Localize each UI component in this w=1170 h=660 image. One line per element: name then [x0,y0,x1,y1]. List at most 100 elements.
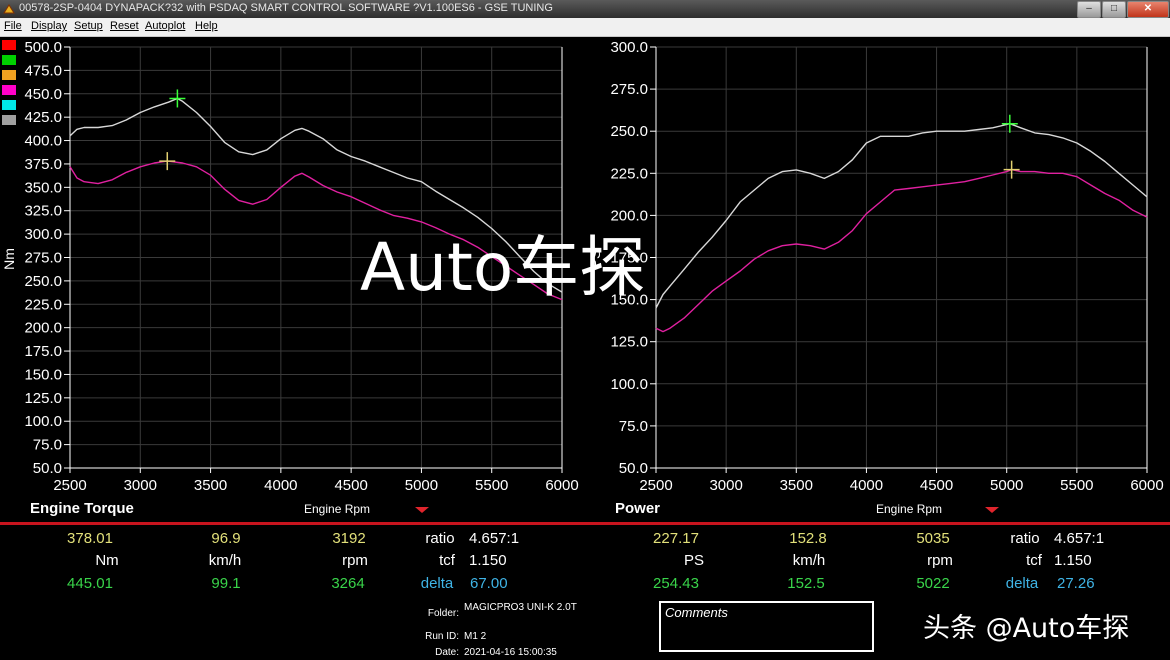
torque-speed-unit: km/h [208,552,242,569]
torque-tcf-value: 1.150 [469,552,507,569]
torque-ratio-value: 4.657:1 [469,530,520,547]
torque-ytick-label-10: 300.0 [24,226,62,243]
folder-value: MAGICPRO3 UNI-K 2.0T [464,602,577,613]
power-xtick-label-7: 6000 [1130,477,1163,494]
power-xtick-label-4: 4500 [920,477,953,494]
torque-speed-1: 96.9 [211,530,241,547]
menu-bar: File Display Setup Reset Autoplot Help [0,18,1170,37]
legend-swatch-1 [2,55,16,65]
legend-swatch-0 [2,40,16,50]
date-label: Date: [435,647,459,658]
app-icon [3,4,15,14]
legend-swatch-4 [2,100,16,110]
power-value-1: 227.17 [653,530,699,547]
menu-setup[interactable]: Setup [74,20,103,32]
power-speed-2: 152.5 [787,575,825,592]
torque-ytick-label-1: 75.0 [33,437,62,454]
close-button[interactable]: ✕ [1127,1,1169,18]
torque-chart-title: Engine Torque [30,500,134,517]
torque-delta-label: delta [420,575,454,592]
divider-line [0,522,1170,525]
power-rpm-unit: rpm [927,552,953,569]
torque-xaxis-dropdown-icon[interactable] [415,507,429,513]
power-xtick-label-5: 5000 [990,477,1023,494]
menu-display[interactable]: Display [31,20,67,32]
power-ytick-label-1: 75.0 [619,418,648,435]
power-delta-value: 27.26 [1057,575,1095,592]
menu-file[interactable]: File [4,20,22,32]
torque-ytick-label-15: 425.0 [24,109,62,126]
comments-field[interactable]: Comments [659,601,874,652]
power-ratio-label: ratio [1010,530,1040,547]
folder-label: Folder: [427,608,459,619]
torque-ytick-label-11: 325.0 [24,203,62,220]
window-titlebar[interactable]: 00578-2SP-0404 DYNAPACK?32 with PSDAQ SM… [0,0,1170,18]
torque-ytick-label-13: 375.0 [24,156,62,173]
torque-ytick-label-14: 400.0 [24,133,62,150]
power-unit: PS [683,552,705,569]
power-xaxis-dropdown-icon[interactable] [985,507,999,513]
torque-rpm-1: 3192 [332,530,366,547]
torque-rpm-unit: rpm [342,552,368,569]
power-ytick-label-8: 250.0 [610,123,648,140]
power-xtick-label-3: 4000 [850,477,883,494]
window-title: 00578-2SP-0404 DYNAPACK?32 with PSDAQ SM… [19,2,553,14]
torque-xaxis-label: Engine Rpm [304,502,371,516]
minimize-button[interactable]: – [1077,1,1101,18]
power-ytick-label-2: 100.0 [610,376,648,393]
maximize-button[interactable]: □ [1102,1,1126,18]
power-ytick-label-10: 300.0 [610,39,648,56]
menu-autoplot[interactable]: Autoplot [145,20,185,32]
power-xtick-label-1: 3000 [709,477,742,494]
power-chart-title: Power [615,500,661,517]
legend-swatch-5 [2,115,16,125]
power-xtick-label-0: 2500 [639,477,672,494]
watermark-text: Auto车探 [360,229,646,306]
logo-watermark: 头条 @Auto车探 [923,613,1130,644]
torque-ytick-label-12: 350.0 [24,179,62,196]
torque-xtick-label-6: 5500 [475,477,508,494]
torque-ytick-label-6: 200.0 [24,320,62,337]
torque-value-1: 378.01 [67,530,113,547]
torque-xtick-label-0: 2500 [53,477,86,494]
torque-xtick-label-2: 3500 [194,477,227,494]
torque-ytick-label-9: 275.0 [24,250,62,267]
torque-ytick-label-2: 100.0 [24,413,62,430]
torque-rpm-2: 3264 [331,575,365,592]
power-delta-label: delta [1005,575,1039,592]
torque-ytick-label-16: 450.0 [24,86,62,103]
torque-xtick-label-3: 4000 [264,477,297,494]
torque-ytick-label-18: 500.0 [24,39,62,56]
power-tcf-label: tcf [1026,552,1042,569]
torque-y-axis-label: Nm [1,248,17,270]
menu-reset[interactable]: Reset [110,20,139,32]
comments-label: Comments [665,605,728,620]
power-xtick-label-6: 5500 [1060,477,1093,494]
legend-swatch-2 [2,70,16,80]
torque-xtick-label-4: 4500 [334,477,367,494]
power-ratio-value: 4.657:1 [1054,530,1105,547]
torque-value-2: 445.01 [67,575,113,592]
runid-value: M1 2 [464,631,487,642]
torque-xtick-label-1: 3000 [124,477,157,494]
power-xaxis-label: Engine Rpm [876,502,943,516]
torque-ytick-label-4: 150.0 [24,366,62,383]
power-speed-1: 152.8 [789,530,827,547]
menu-help[interactable]: Help [195,20,218,32]
power-tcf-value: 1.150 [1054,552,1092,569]
power-series-1 [655,168,1148,333]
torque-unit: Nm [95,552,119,569]
torque-speed-2: 99.1 [211,575,241,592]
power-ytick-label-0: 50.0 [619,460,648,477]
power-rpm-1: 5035 [916,530,950,547]
torque-ytick-label-0: 50.0 [33,460,62,477]
power-ytick-label-7: 225.0 [610,165,648,182]
torque-ytick-label-17: 475.0 [24,62,62,79]
power-value-2: 254.43 [653,575,699,592]
torque-delta-value: 67.00 [470,575,508,592]
power-ytick-label-3: 125.0 [610,334,648,351]
torque-ytick-label-7: 225.0 [24,296,62,313]
torque-ytick-label-8: 250.0 [24,273,62,290]
torque-xtick-label-7: 6000 [545,477,578,494]
torque-xtick-label-5: 5000 [405,477,438,494]
